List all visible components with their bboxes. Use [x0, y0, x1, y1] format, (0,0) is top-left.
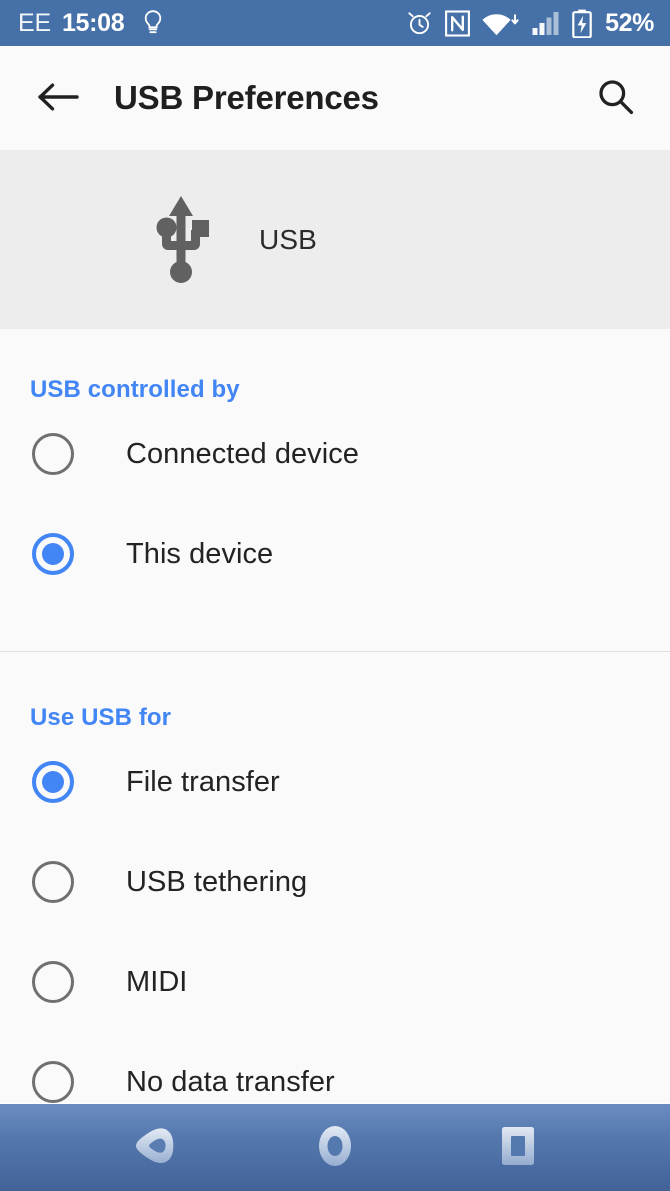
radio-label-this-device: This device: [126, 537, 274, 570]
status-bar: EE 15:08 52%: [0, 0, 670, 46]
phone-screen: EE 15:08 52% USB Preferences USB USB con…: [0, 0, 670, 1191]
radio-button-connected-device[interactable]: [32, 433, 74, 475]
radio-row-connected-device[interactable]: Connected device: [0, 404, 670, 504]
radio-button-this-device[interactable]: [32, 533, 74, 575]
battery-percentage: 52%: [605, 8, 654, 37]
radio-label-no-data-transfer: No data transfer: [126, 1065, 335, 1098]
status-bar-right: 52%: [406, 9, 654, 38]
radio-row-this-device[interactable]: This device: [0, 504, 670, 604]
radio-row-file-transfer[interactable]: File transfer: [0, 732, 670, 832]
nav-recents-icon: [496, 1121, 540, 1174]
radio-label-file-transfer: File transfer: [126, 765, 280, 798]
radio-label-connected-device: Connected device: [126, 437, 359, 470]
alarm-clock-icon: [406, 10, 433, 37]
section-use-usb-for: Use USB for File transfer USB tethering …: [0, 652, 670, 1103]
nav-back-button[interactable]: [97, 1104, 207, 1191]
navigation-bar: [0, 1103, 670, 1191]
radio-row-usb-tethering[interactable]: USB tethering: [0, 832, 670, 932]
nav-back-icon: [125, 1122, 179, 1173]
radio-button-midi[interactable]: [32, 961, 74, 1003]
cellular-signal-icon: [532, 10, 560, 37]
back-button[interactable]: [30, 70, 86, 126]
nav-home-button[interactable]: [280, 1104, 390, 1191]
flashlight-bulb-icon: [142, 9, 164, 37]
usb-banner-label: USB: [259, 223, 317, 255]
radio-row-midi[interactable]: MIDI: [0, 932, 670, 1032]
search-button[interactable]: [588, 70, 644, 126]
radio-button-usb-tethering[interactable]: [32, 861, 74, 903]
usb-trident-icon: [148, 195, 214, 284]
nav-home-icon: [311, 1120, 359, 1175]
status-bar-left: EE 15:08: [18, 9, 164, 37]
radio-label-usb-tethering: USB tethering: [126, 865, 308, 898]
wifi-icon: [482, 10, 520, 37]
radio-button-file-transfer[interactable]: [32, 761, 74, 803]
carrier-label: EE: [18, 8, 51, 37]
search-icon: [597, 78, 635, 119]
section-usb-controlled-by: USB controlled by Connected device This …: [0, 329, 670, 604]
usb-banner: USB: [0, 150, 670, 329]
nfc-icon: [445, 9, 471, 37]
radio-label-midi: MIDI: [126, 965, 188, 998]
battery-charging-icon: [572, 9, 592, 38]
section-header-usb-controlled-by: USB controlled by: [30, 376, 240, 403]
settings-content: USB controlled by Connected device This …: [0, 329, 670, 1103]
status-bar-clock: 15:08: [61, 8, 125, 37]
radio-row-no-data-transfer[interactable]: No data transfer: [0, 1032, 670, 1103]
nav-recents-button[interactable]: [463, 1104, 573, 1191]
page-title: USB Preferences: [114, 79, 379, 116]
app-bar: USB Preferences: [0, 46, 670, 150]
radio-button-no-data-transfer[interactable]: [32, 1061, 74, 1103]
section-header-use-usb-for: Use USB for: [30, 704, 172, 731]
arrow-left-icon: [37, 81, 79, 116]
